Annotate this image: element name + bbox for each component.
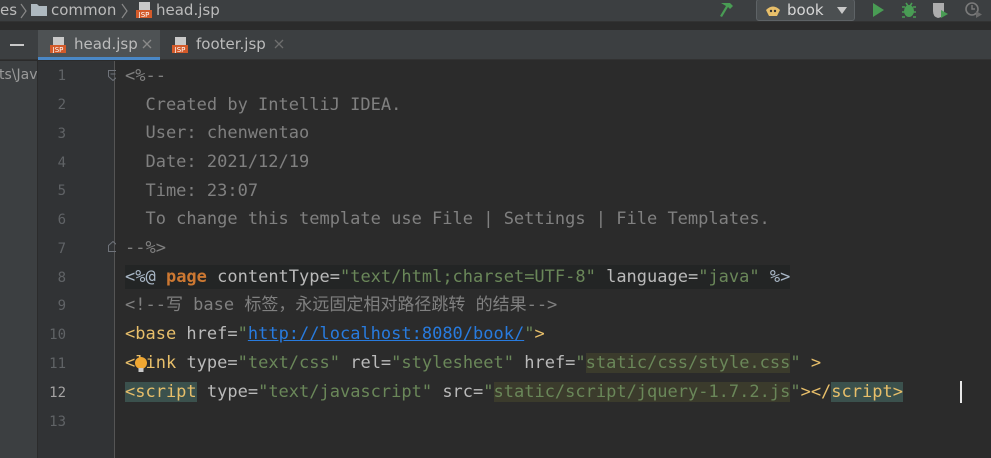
jsp-directive-open: <%@ xyxy=(125,267,166,287)
folder-icon xyxy=(31,4,47,16)
attr-rel: rel= xyxy=(339,353,392,373)
jsp-directive-close: %> xyxy=(759,267,791,287)
code-line-3[interactable]: User: chenwentao xyxy=(125,121,309,145)
base-url-link[interactable]: http://localhost:8080/book/ xyxy=(248,324,524,344)
line-number-gutter: 1 2 3 4 5 6 7 8 9 10 11 12 13 xyxy=(38,61,118,458)
line-number: 6 xyxy=(57,212,66,228)
intention-bulb-icon[interactable] xyxy=(133,356,149,374)
profile-icon[interactable] xyxy=(964,1,984,19)
breadcrumb-item-common[interactable]: common xyxy=(51,0,116,22)
svg-text:JSP: JSP xyxy=(138,11,150,18)
tab-label: footer.jsp xyxy=(196,35,266,53)
navigation-bar: es common JSP head.jsp book xyxy=(0,0,991,22)
build-hammer-icon[interactable] xyxy=(718,1,738,19)
line-number: 2 xyxy=(57,97,66,113)
tag-base: <base xyxy=(125,324,177,344)
code-line-7[interactable]: --%> xyxy=(125,236,166,260)
quote: " xyxy=(237,324,248,344)
line-number: 13 xyxy=(49,414,66,430)
line-number-current: 12 xyxy=(49,385,66,401)
value-language: "java" xyxy=(698,267,760,287)
breadcrumb-item-file[interactable]: head.jsp xyxy=(156,0,220,22)
breadcrumb-item-project[interactable]: es xyxy=(0,0,17,22)
tag-close: > xyxy=(800,353,822,373)
svg-text:JSP: JSP xyxy=(52,46,64,53)
run-configuration-dropdown[interactable]: book xyxy=(756,0,855,21)
quote: " xyxy=(790,353,801,373)
line-number: 8 xyxy=(57,270,66,286)
stylesheet-path: static/css/style.css xyxy=(585,353,791,373)
code-line-4[interactable]: Date: 2021/12/19 xyxy=(125,150,309,174)
attr-href: href= xyxy=(176,324,238,344)
tag-close-open: ></ xyxy=(800,382,832,402)
tag-end-bracket: > xyxy=(892,382,903,402)
code-line-12[interactable]: <script type="text/javascript" src="stat… xyxy=(125,380,903,404)
attr-href: href= xyxy=(514,353,576,373)
line-number: 9 xyxy=(57,298,66,314)
tab-head-jsp[interactable]: JSP head.jsp xyxy=(38,30,160,60)
jsp-file-icon: JSP xyxy=(136,2,152,18)
close-icon[interactable] xyxy=(274,39,284,49)
script-path: static/script/jquery-1.7.2.js xyxy=(493,382,791,402)
jsp-file-icon: JSP xyxy=(50,37,66,53)
quote: " xyxy=(790,382,801,402)
value-contenttype: "text/html;charset=UTF-8" xyxy=(339,267,596,287)
line-number: 10 xyxy=(49,327,66,343)
line-number: 7 xyxy=(57,241,66,257)
chevron-right-icon xyxy=(20,3,27,19)
quote: " xyxy=(575,353,586,373)
svg-text:JSP: JSP xyxy=(174,46,186,53)
attr-language: language= xyxy=(595,267,699,287)
tag-close: > xyxy=(534,324,545,344)
keyword-page: page xyxy=(165,267,207,287)
code-line-2[interactable]: Created by IntelliJ IDEA. xyxy=(125,93,401,117)
close-icon[interactable] xyxy=(142,39,152,49)
jsp-file-icon: JSP xyxy=(172,37,188,53)
run-configuration-label: book xyxy=(787,1,824,19)
code-line-1[interactable]: <%-- xyxy=(125,64,166,88)
hide-panel-icon[interactable] xyxy=(10,44,24,46)
code-line-10[interactable]: <base href="http://localhost:8080/book/"… xyxy=(125,322,545,346)
attr-contenttype: contentType= xyxy=(206,267,340,287)
coverage-icon[interactable] xyxy=(930,1,950,19)
project-panel[interactable]: ts\Jav xyxy=(0,61,38,458)
code-editor[interactable]: <%-- Created by IntelliJ IDEA. User: che… xyxy=(116,61,991,458)
text-caret xyxy=(960,381,962,403)
line-number: 3 xyxy=(57,126,66,142)
line-number: 1 xyxy=(57,68,66,84)
tomcat-icon xyxy=(766,6,780,16)
tab-label: head.jsp xyxy=(74,35,138,53)
project-tree-item[interactable]: ts\Jav xyxy=(0,67,37,83)
tag-script-close: script xyxy=(831,382,893,402)
run-icon[interactable] xyxy=(868,1,888,19)
chevron-down-icon xyxy=(837,7,847,14)
quote: " xyxy=(524,324,535,344)
line-number: 4 xyxy=(57,155,66,171)
attr-type: type= xyxy=(196,382,259,402)
editor-tab-bar: JSP head.jsp JSP footer.jsp xyxy=(0,30,991,60)
value-type: "text/javascript" xyxy=(258,382,433,402)
code-line-9[interactable]: <!--写 base 标签，永远固定相对路径跳转 的结果--> xyxy=(125,293,557,317)
chevron-right-icon xyxy=(121,3,128,19)
debug-icon[interactable] xyxy=(899,1,919,19)
code-line-11[interactable]: <link type="text/css" rel="stylesheet" h… xyxy=(125,351,821,375)
line-number: 5 xyxy=(57,183,66,199)
value-type: "text/css" xyxy=(237,353,340,373)
quote: " xyxy=(483,382,494,402)
code-line-5[interactable]: Time: 23:07 xyxy=(125,179,258,203)
attr-src: src= xyxy=(432,382,484,402)
tab-footer-jsp[interactable]: JSP footer.jsp xyxy=(160,30,290,60)
value-rel: "stylesheet" xyxy=(391,353,514,373)
code-line-6[interactable]: To change this template use File | Setti… xyxy=(125,207,769,231)
attr-type: type= xyxy=(176,353,238,373)
tag-script-open: <script xyxy=(125,382,197,402)
code-line-8[interactable]: <%@ page contentType="text/html;charset=… xyxy=(125,265,791,289)
line-number: 11 xyxy=(49,356,66,372)
